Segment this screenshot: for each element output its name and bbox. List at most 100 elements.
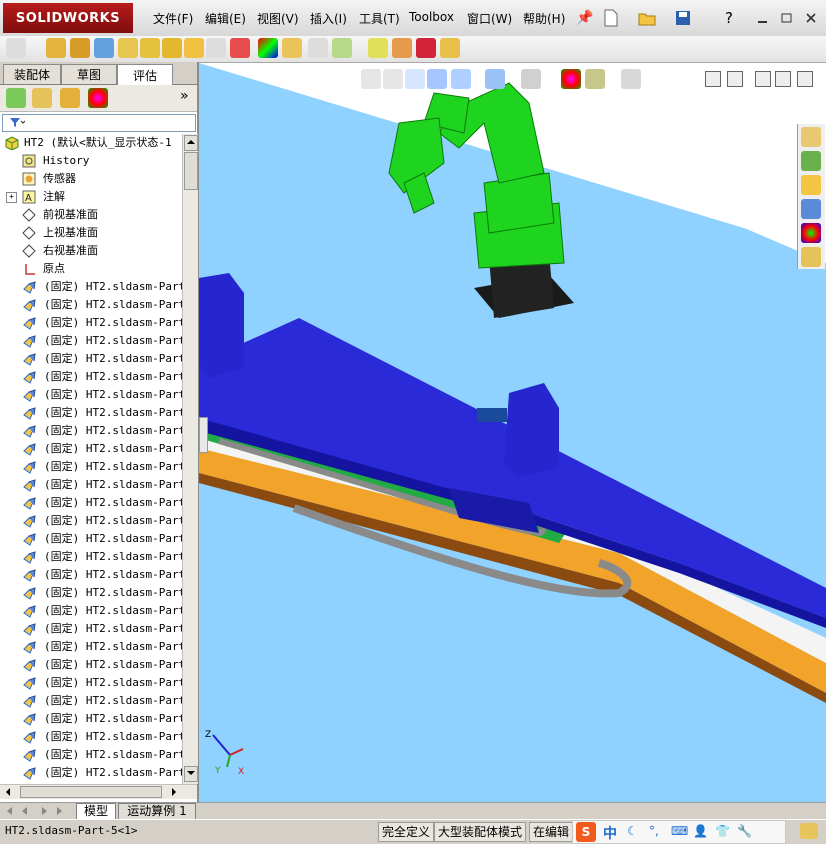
view-orientation-icon[interactable] xyxy=(451,69,471,89)
viewport-close-icon[interactable] xyxy=(797,71,813,87)
save-icon[interactable] xyxy=(672,7,694,29)
menu-window[interactable]: 窗口(W) xyxy=(467,10,512,27)
tree-item-history[interactable]: History xyxy=(0,152,182,170)
previous-view-icon[interactable] xyxy=(405,69,425,89)
display-manager-icon[interactable] xyxy=(88,88,108,108)
tab-model[interactable]: 模型 xyxy=(76,803,116,820)
insert-component-icon[interactable] xyxy=(46,38,66,58)
tree-item-annotation[interactable]: + A 注解 xyxy=(0,188,182,206)
tree-item-part[interactable]: (固定) HT2.sldasm-Part- xyxy=(0,746,182,764)
tree-item-origin[interactable]: 原点 xyxy=(0,260,182,278)
tree-item-plane[interactable]: 前视基准面 xyxy=(0,206,182,224)
tree-item-part[interactable]: (固定) HT2.sldasm-Part- xyxy=(0,350,182,368)
tab-nav-arrows[interactable] xyxy=(4,805,70,817)
tree-item-part[interactable]: (固定) HT2.sldasm-Part- xyxy=(0,314,182,332)
tree-item-part[interactable]: (固定) HT2.sldasm-Part- xyxy=(0,602,182,620)
moon-icon[interactable]: ☾ xyxy=(627,824,638,838)
instant3d-icon[interactable] xyxy=(332,38,352,58)
wrench-icon[interactable]: 🔧 xyxy=(737,824,752,838)
tree-item-part[interactable]: (固定) HT2.sldasm-Part- xyxy=(0,728,182,746)
smart-fasteners-icon[interactable] xyxy=(118,38,138,58)
zoom-to-fit-icon[interactable] xyxy=(361,69,381,89)
tree-item-part[interactable]: (固定) HT2.sldasm-Part- xyxy=(0,584,182,602)
tree-item-part[interactable]: (固定) HT2.sldasm-Part- xyxy=(0,764,182,782)
exploded-view-icon[interactable] xyxy=(308,38,328,58)
feature-manager-icon[interactable] xyxy=(6,88,26,108)
tree-filter[interactable] xyxy=(2,114,196,132)
split-vertical-icon[interactable] xyxy=(727,71,743,87)
interference-detection-icon[interactable] xyxy=(368,38,388,58)
linear-pattern-icon[interactable] xyxy=(94,38,114,58)
tree-item-plane[interactable]: 右视基准面 xyxy=(0,242,182,260)
tree-item-part[interactable]: (固定) HT2.sldasm-Part- xyxy=(0,404,182,422)
menu-toolbox[interactable]: Toolbox xyxy=(409,10,454,24)
tree-item-part[interactable]: (固定) HT2.sldasm-Part- xyxy=(0,710,182,728)
scroll-right-icon[interactable] xyxy=(168,786,180,797)
tree-root[interactable]: HT2 (默认<默认_显示状态-1 xyxy=(0,134,182,152)
user-icon[interactable]: 👤 xyxy=(693,824,708,838)
restore-icon[interactable] xyxy=(776,7,798,29)
keyboard-icon[interactable]: ⌨ xyxy=(671,824,688,838)
scroll-down-icon[interactable] xyxy=(184,766,198,782)
tree-item-part[interactable]: (固定) HT2.sldasm-Part- xyxy=(0,440,182,458)
tab-assembly[interactable]: 装配体 xyxy=(3,64,61,84)
tree-item-part[interactable]: (固定) HT2.sldasm-Part- xyxy=(0,494,182,512)
move-component-icon[interactable] xyxy=(140,38,160,58)
custom-properties-icon[interactable] xyxy=(801,247,821,267)
appearances-scenes-icon[interactable] xyxy=(801,223,821,243)
hide-show-items-icon[interactable] xyxy=(521,69,541,89)
bill-of-materials-icon[interactable] xyxy=(282,38,302,58)
tree-item-part[interactable]: (固定) HT2.sldasm-Part- xyxy=(0,656,182,674)
tree-item-part[interactable]: (固定) HT2.sldasm-Part- xyxy=(0,512,182,530)
tree-item-part[interactable]: (固定) HT2.sldasm-Part- xyxy=(0,422,182,440)
tree-item-plane[interactable]: 上视基准面 xyxy=(0,224,182,242)
tree-item-part[interactable]: (固定) HT2.sldasm-Part- xyxy=(0,692,182,710)
new-motion-study-icon[interactable] xyxy=(230,38,250,58)
scroll-left-icon[interactable] xyxy=(2,786,14,797)
appearance-icon[interactable] xyxy=(258,38,278,58)
tag-icon[interactable] xyxy=(800,823,818,839)
tree-item-sensor[interactable]: 传感器 xyxy=(0,170,182,188)
show-hidden-icon[interactable] xyxy=(162,38,182,58)
tree-item-part[interactable]: (固定) HT2.sldasm-Part- xyxy=(0,566,182,584)
select-tool-icon[interactable] xyxy=(6,38,26,58)
open-folder-icon[interactable] xyxy=(636,7,658,29)
menu-tools[interactable]: 工具(T) xyxy=(359,10,400,27)
tab-evaluate[interactable]: 评估 xyxy=(117,64,173,85)
section-view-icon[interactable] xyxy=(427,69,447,89)
punctuation-icon[interactable]: °, xyxy=(649,824,659,838)
tree-item-part[interactable]: (固定) HT2.sldasm-Part- xyxy=(0,278,182,296)
measure-icon[interactable] xyxy=(392,38,412,58)
tree-item-part[interactable]: (固定) HT2.sldasm-Part- xyxy=(0,332,182,350)
edit-appearance-icon[interactable] xyxy=(561,69,581,89)
scroll-thumb[interactable] xyxy=(184,152,198,190)
zoom-to-area-icon[interactable] xyxy=(383,69,403,89)
menu-edit[interactable]: 编辑(E) xyxy=(205,10,246,27)
expand-panel-icon[interactable]: » xyxy=(180,88,189,104)
property-manager-icon[interactable] xyxy=(32,88,52,108)
tree-item-part[interactable]: (固定) HT2.sldasm-Part- xyxy=(0,386,182,404)
assembly-features-icon[interactable] xyxy=(184,38,204,58)
simulation-icon[interactable] xyxy=(440,38,460,58)
tree-item-part[interactable]: (固定) HT2.sldasm-Part- xyxy=(0,458,182,476)
tree-item-part[interactable]: (固定) HT2.sldasm-Part- xyxy=(0,548,182,566)
tree-item-part[interactable]: (固定) HT2.sldasm-Part- xyxy=(0,530,182,548)
menu-file[interactable]: 文件(F) xyxy=(153,10,193,27)
viewport-restore-icon[interactable] xyxy=(775,71,791,87)
new-document-icon[interactable] xyxy=(600,7,622,29)
ime-chinese-mode[interactable]: 中 xyxy=(603,823,617,843)
apply-scene-icon[interactable] xyxy=(585,69,605,89)
tree-horizontal-scrollbar[interactable] xyxy=(0,784,197,799)
viewport-minimize-icon[interactable] xyxy=(755,71,771,87)
tree-item-part[interactable]: (固定) HT2.sldasm-Part- xyxy=(0,476,182,494)
tree-item-part[interactable]: (固定) HT2.sldasm-Part- xyxy=(0,296,182,314)
menu-insert[interactable]: 插入(I) xyxy=(310,10,347,27)
view-palette-icon[interactable] xyxy=(801,199,821,219)
toolbox-icon[interactable] xyxy=(416,38,436,58)
scroll-up-icon[interactable] xyxy=(184,135,198,151)
configuration-manager-icon[interactable] xyxy=(60,88,80,108)
menu-view[interactable]: 视图(V) xyxy=(257,10,299,27)
file-explorer-icon[interactable] xyxy=(801,175,821,195)
tab-motion-study[interactable]: 运动算例 1 xyxy=(118,803,196,820)
tree-item-part[interactable]: (固定) HT2.sldasm-Part- xyxy=(0,638,182,656)
